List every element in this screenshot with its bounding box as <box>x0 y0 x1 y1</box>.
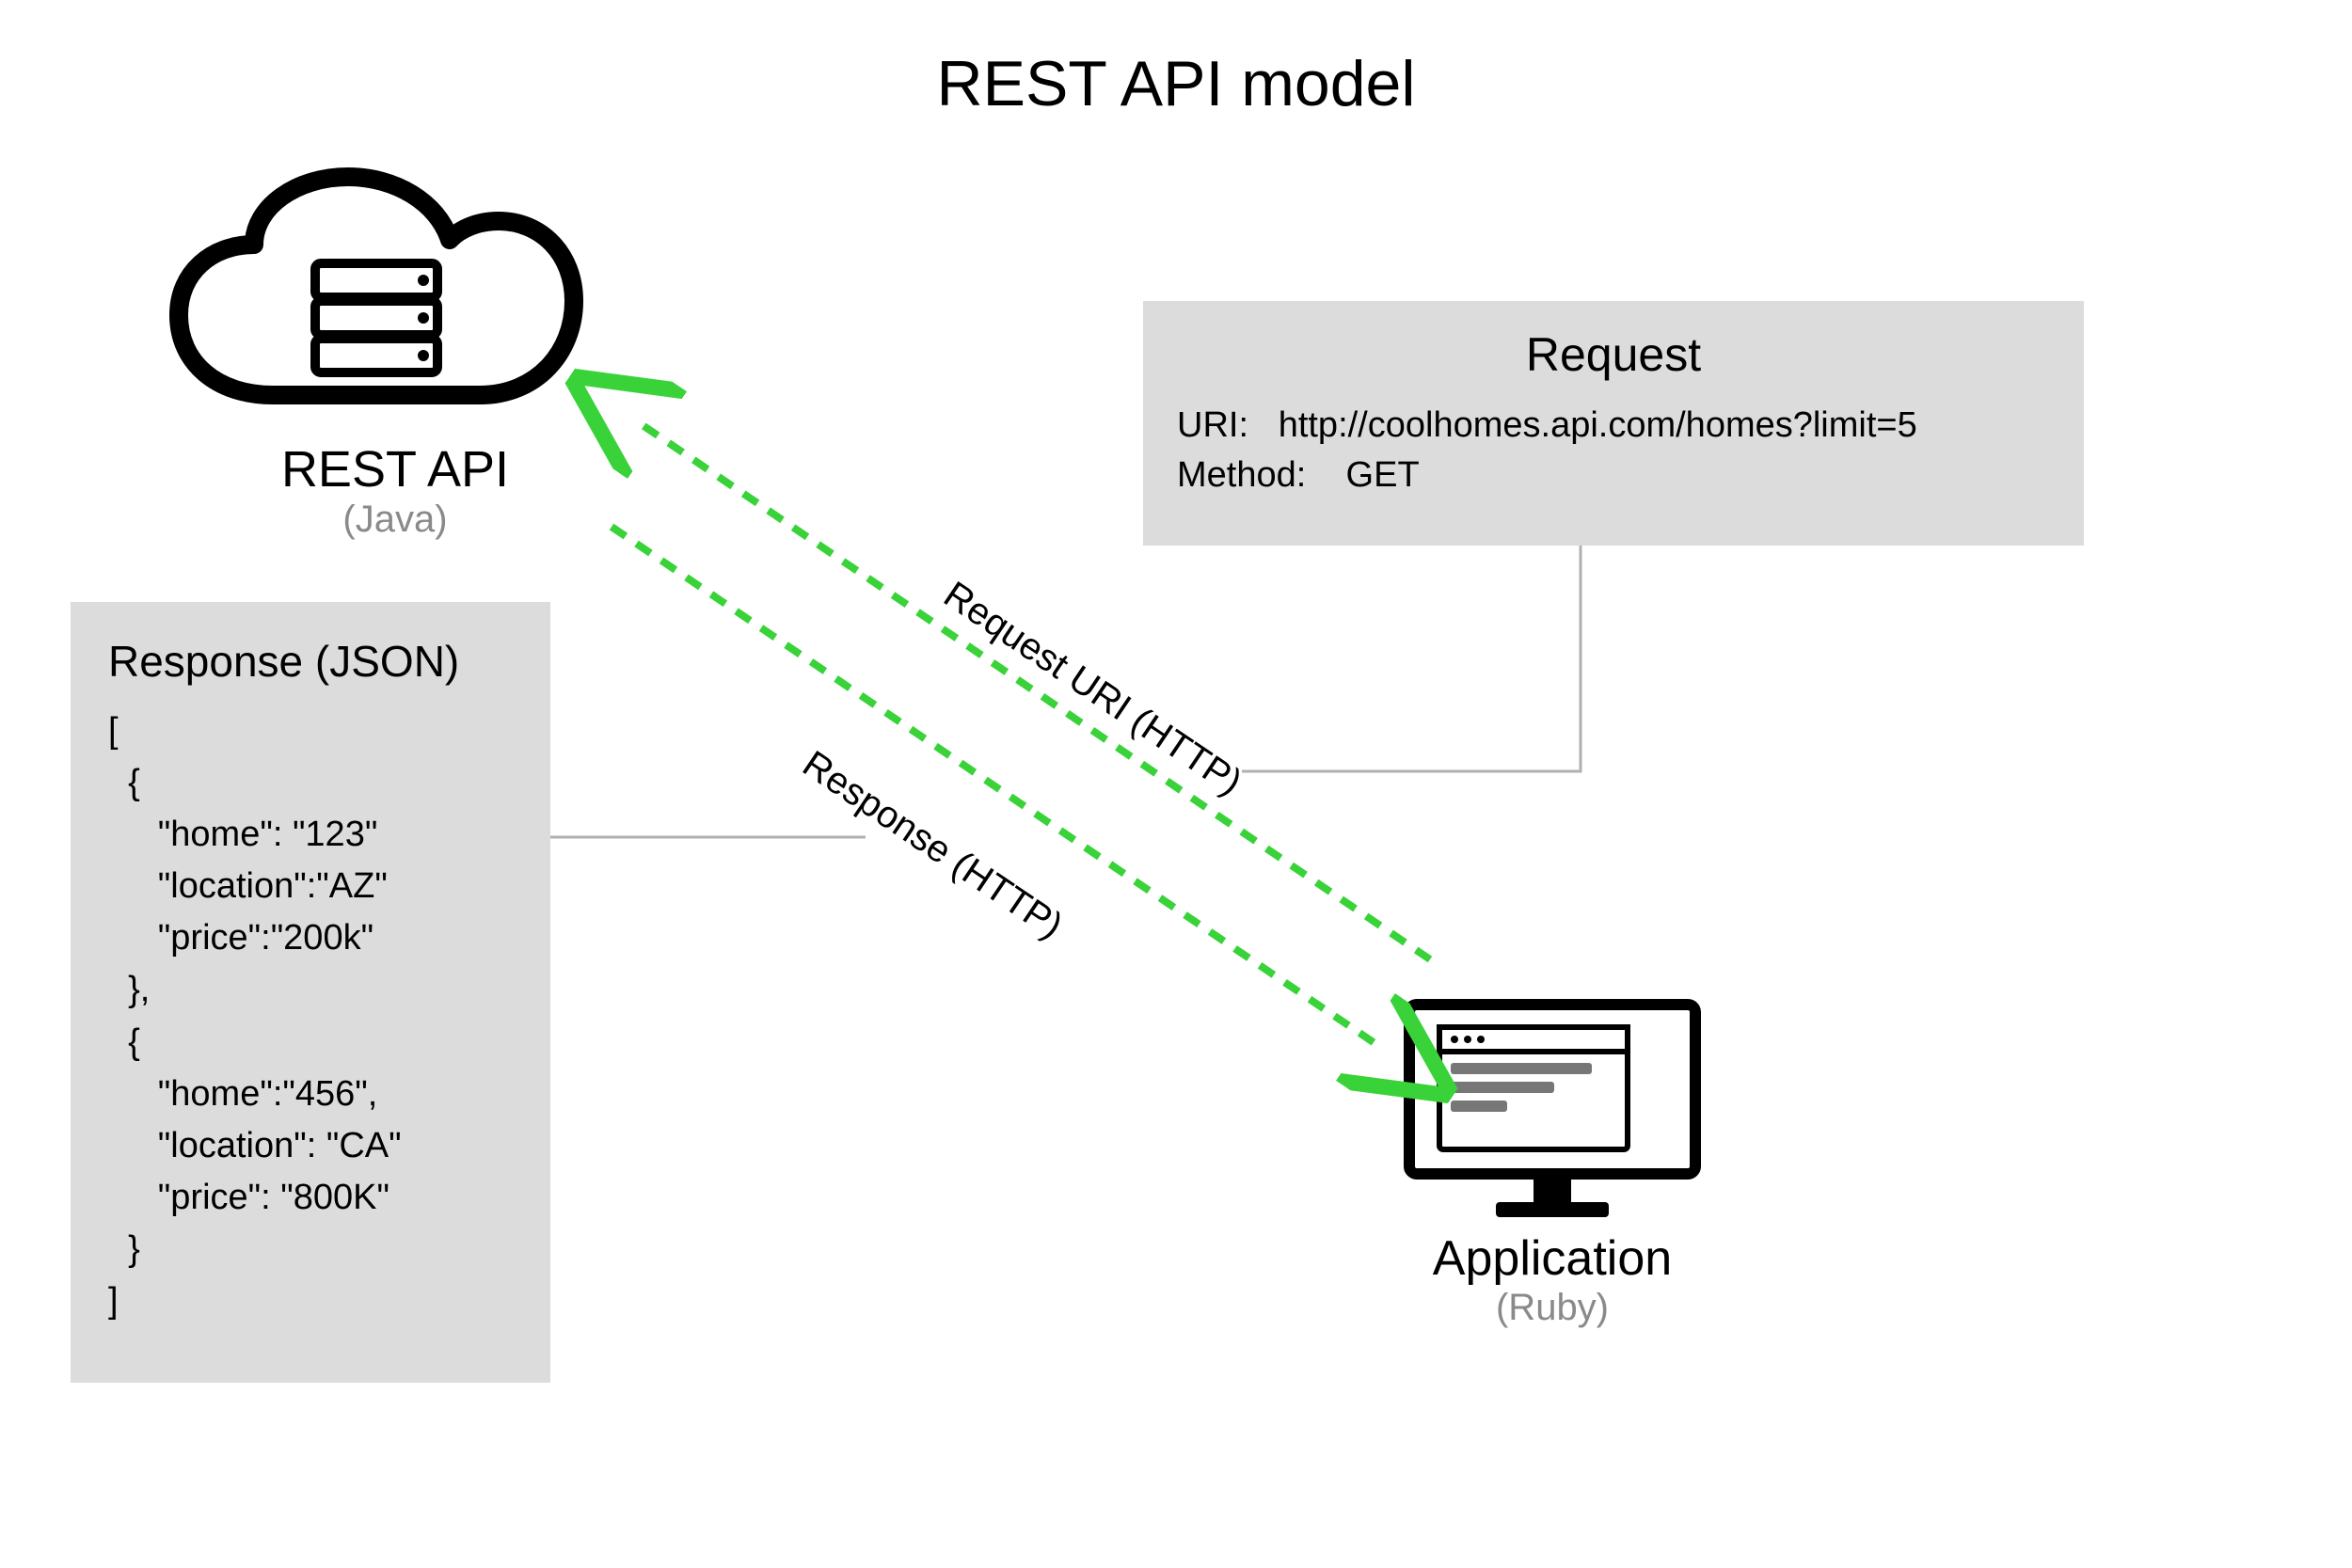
arrows <box>0 0 2352 1568</box>
request-arrow <box>640 423 1430 959</box>
